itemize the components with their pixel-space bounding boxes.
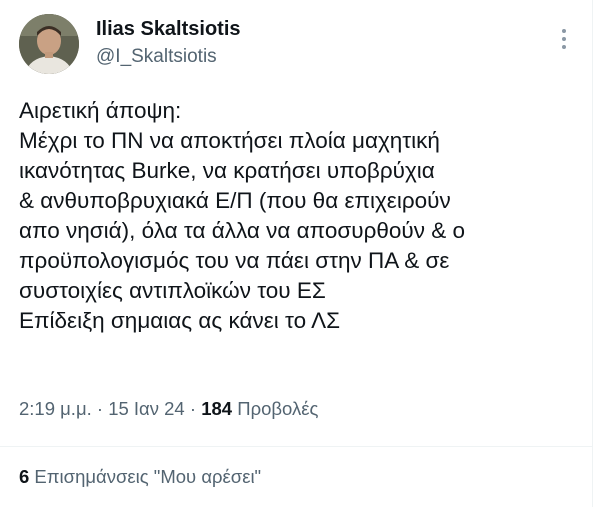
tweet-meta: 2:19 μ.μ. · 15 Ιαν 24 · 184 Προβολές (19, 398, 318, 420)
likes-link[interactable]: 6 Επισημάνσεις "Μου αρέσει" (19, 466, 261, 488)
tweet-line: συστοιχίες αντιπλοϊκών του ΕΣ (19, 278, 326, 303)
tweet-line: ικανότητας Burke, να κρατήσει υποβρύχια (19, 158, 435, 183)
avatar-photo (19, 14, 79, 74)
views-count: 184 (201, 398, 233, 419)
likes-count: 6 (19, 466, 30, 487)
more-dot (562, 29, 566, 33)
tweet-time[interactable]: 2:19 μ.μ. (19, 398, 92, 419)
avatar[interactable] (19, 14, 79, 74)
likes-label: Επισημάνσεις "Μου αρέσει" (29, 466, 262, 487)
divider (0, 446, 593, 447)
tweet-date[interactable]: 15 Ιαν 24 (108, 398, 185, 419)
meta-separator: · (91, 398, 109, 419)
more-dot (562, 37, 566, 41)
more-vertical-icon[interactable] (554, 26, 574, 54)
more-dot (562, 45, 566, 49)
tweet-line: & ανθυποβρυχιακά Ε/Π (που θα επιχειρούν (19, 188, 451, 213)
tweet-line: απο νησιά), όλα τα άλλα να αποσυρθούν & … (19, 218, 465, 243)
meta-separator: · (184, 398, 202, 419)
tweet-line: Μέχρι το ΠΝ να αποκτήσει πλοία μαχητική (19, 128, 440, 153)
tweet-line: Αιρετική άποψη: (19, 98, 182, 123)
tweet-text: Αιρετική άποψη: Μέχρι το ΠΝ να αποκτήσει… (19, 96, 589, 336)
tweet-line: προϋπολογισμός του να πάει στην ΠΑ & σε (19, 248, 450, 273)
tweet-line: Επίδειξη σημαιας ας κάνει το ΛΣ (19, 308, 341, 333)
author-name[interactable]: Ilias Skaltsiotis (96, 18, 241, 41)
views-label: Προβολές (232, 398, 319, 419)
tweet-card: Ilias Skaltsiotis @I_Skaltsiotis Αιρετικ… (0, 0, 593, 507)
author-handle[interactable]: @I_Skaltsiotis (96, 46, 217, 68)
